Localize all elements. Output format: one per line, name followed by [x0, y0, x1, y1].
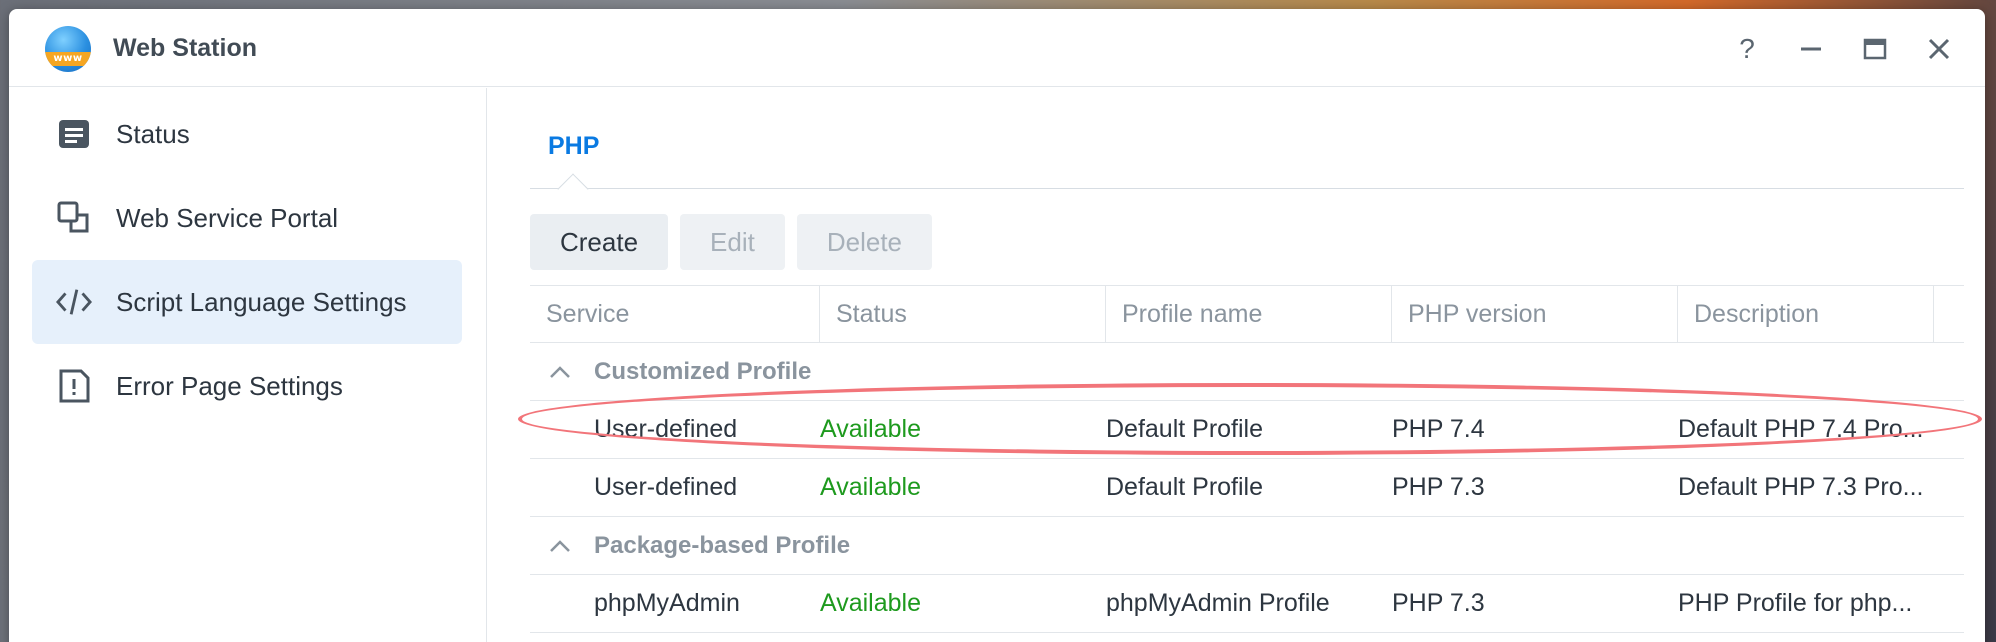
group-label: Customized Profile [594, 357, 812, 385]
sidebar-item-error-page-settings[interactable]: Error Page Settings [32, 344, 462, 428]
table-row[interactable]: phpMyAdmin Available phpMyAdmin Profile … [530, 575, 1964, 633]
title-bar[interactable]: www Web Station ? [9, 9, 1985, 87]
create-button[interactable]: Create [530, 214, 669, 270]
sidebar-item-label: Error Page Settings [116, 370, 343, 401]
web-station-app-icon: www [45, 26, 91, 72]
cell-status: Available [820, 473, 922, 501]
edit-button[interactable]: Edit [680, 214, 785, 270]
chevron-up-icon[interactable] [548, 517, 572, 574]
cell-profile-name: Default Profile [1106, 473, 1264, 501]
app-icon-label: www [45, 52, 91, 66]
sidebar-item-script-language-settings[interactable]: Script Language Settings [32, 260, 462, 344]
column-header-status[interactable]: Status [836, 286, 1106, 342]
table-header: Service Status Profile name PHP version … [530, 285, 1964, 343]
sidebar: Status Web Service Portal Script Languag… [9, 88, 487, 642]
sidebar-item-web-service-portal[interactable]: Web Service Portal [32, 176, 462, 260]
sidebar-item-status[interactable]: Status [32, 92, 462, 176]
cell-php-version: PHP 7.3 [1392, 473, 1485, 501]
column-header-php-version[interactable]: PHP version [1408, 286, 1678, 342]
error-page-icon [56, 368, 92, 404]
table-row[interactable]: User-defined Available Default Profile P… [530, 401, 1964, 459]
delete-button[interactable]: Delete [796, 214, 933, 270]
group-label: Package-based Profile [594, 531, 851, 559]
maximize-icon[interactable] [1857, 31, 1893, 67]
web-station-window: www Web Station ? Status Web Service Por… [9, 9, 1985, 642]
portal-icon [56, 200, 92, 236]
main-panel: PHP Create Edit Delete Service Status Pr… [488, 88, 1985, 642]
cell-description: Default PHP 7.4 Pro... [1678, 415, 1924, 443]
cell-php-version: PHP 7.4 [1392, 415, 1485, 443]
sidebar-item-label: Status [116, 118, 190, 149]
table-row[interactable]: User-defined Available Default Profile P… [530, 459, 1964, 517]
cell-status: Available [820, 415, 922, 443]
code-icon [56, 284, 92, 320]
cell-profile-name: Default Profile [1106, 415, 1264, 443]
minimize-icon[interactable] [1793, 31, 1829, 67]
tab-bar: PHP [530, 88, 1964, 205]
cell-description: PHP Profile for php... [1678, 589, 1913, 617]
toolbar: Create Edit Delete [530, 214, 933, 270]
cell-description: Default PHP 7.3 Pro... [1678, 473, 1924, 501]
cell-status: Available [820, 589, 922, 617]
chevron-up-icon[interactable] [548, 343, 572, 400]
cell-profile-name: phpMyAdmin Profile [1106, 589, 1330, 617]
close-icon[interactable] [1921, 31, 1957, 67]
group-row-package-based-profile[interactable]: Package-based Profile [530, 517, 1964, 575]
help-icon[interactable]: ? [1729, 31, 1765, 67]
sidebar-item-label: Web Service Portal [116, 202, 339, 233]
status-icon [56, 116, 92, 152]
cell-service: User-defined [594, 473, 738, 501]
column-header-profile-name[interactable]: Profile name [1122, 286, 1392, 342]
active-tab-indicator [557, 173, 589, 205]
group-row-customized-profile[interactable]: Customized Profile [530, 343, 1964, 401]
column-header-description[interactable]: Description [1694, 286, 1934, 342]
sidebar-item-label: Script Language Settings [116, 286, 407, 317]
cell-service: phpMyAdmin [594, 589, 740, 617]
window-title: Web Station [113, 34, 257, 62]
tab-php[interactable]: PHP [548, 132, 599, 161]
cell-service: User-defined [594, 415, 738, 443]
cell-php-version: PHP 7.3 [1392, 589, 1485, 617]
column-header-service[interactable]: Service [546, 286, 816, 342]
profiles-table: Service Status Profile name PHP version … [530, 285, 1964, 633]
